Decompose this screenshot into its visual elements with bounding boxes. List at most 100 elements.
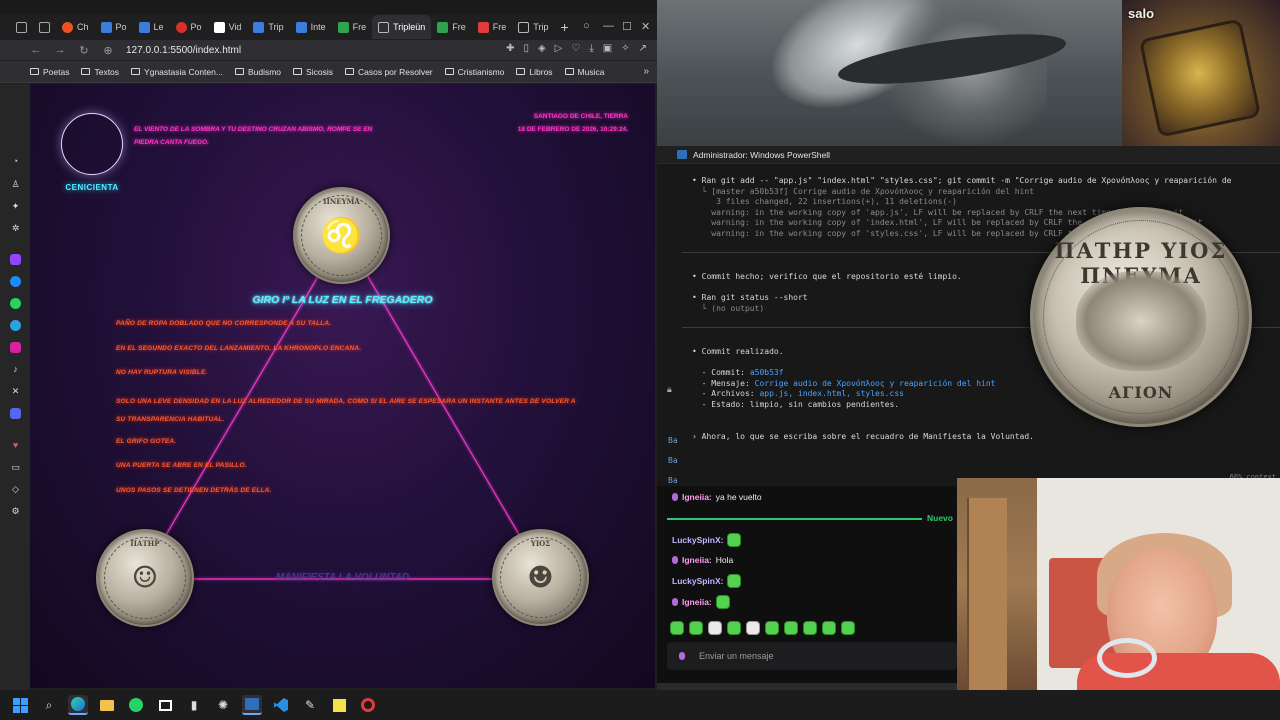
tools-icon[interactable]: ♙: [10, 179, 21, 190]
tab-10[interactable]: Fre: [431, 15, 472, 39]
chat-username[interactable]: Igneiia:: [682, 492, 712, 502]
forward-icon[interactable]: →: [54, 44, 66, 56]
bookmark-folder[interactable]: Budismo: [234, 67, 281, 77]
messenger-icon[interactable]: [10, 276, 21, 287]
tab-5[interactable]: Vid: [208, 15, 248, 39]
settings-icon[interactable]: ⚙: [10, 506, 21, 517]
chat-message: LuckySpinX:: [672, 574, 742, 588]
discord-icon[interactable]: [10, 408, 21, 419]
webcam-feed: [957, 478, 1280, 690]
heart-icon[interactable]: ♥: [10, 440, 21, 451]
new-tab-button[interactable]: +: [554, 19, 574, 35]
bookmark-folder[interactable]: Casos por Resolver: [344, 67, 433, 77]
favorite-icon[interactable]: ♡: [571, 43, 580, 54]
coin-spirit[interactable]: ΠΝΕΥΜΑ ♌: [293, 187, 390, 284]
twitch-icon[interactable]: [10, 254, 21, 265]
instagram-icon[interactable]: [10, 342, 21, 353]
file-explorer-icon[interactable]: [97, 695, 117, 715]
bookmark-folder[interactable]: Poetas: [30, 67, 69, 77]
opera-icon[interactable]: [358, 695, 378, 715]
wallet-icon[interactable]: ▭: [10, 462, 21, 473]
download-icon[interactable]: ⤓: [589, 43, 593, 54]
bookmark-folder[interactable]: Ygnastasia Conten...: [131, 67, 223, 77]
mic-icon[interactable]: [679, 652, 685, 660]
reload-icon[interactable]: ↻: [78, 44, 90, 57]
manifiesta-box[interactable]: MANIFIESTA LA VOLUNTAD: [230, 572, 455, 583]
paint-icon[interactable]: ✎: [300, 695, 320, 715]
reader-icon[interactable]: ▯: [523, 43, 529, 54]
terminal-line: - Mensaje: Corrige audio de Χρονόπλοος y…: [692, 379, 996, 390]
telegram-icon[interactable]: [10, 320, 21, 331]
window-icon[interactable]: [155, 695, 175, 715]
edge-icon[interactable]: [68, 695, 88, 715]
sticky-notes-icon[interactable]: [329, 695, 349, 715]
tab-1[interactable]: Ch: [56, 15, 95, 39]
emote-icon[interactable]: [784, 621, 798, 635]
ai-icon[interactable]: ✧: [621, 43, 629, 54]
bookmark-folder[interactable]: Libros: [516, 67, 553, 77]
whatsapp-icon[interactable]: [126, 695, 146, 715]
tab-favicon-icon: [518, 21, 530, 33]
prompt-text[interactable]: Ahora, lo que se escriba sobre el recuad…: [702, 432, 1034, 441]
extension-icon[interactable]: ✚: [506, 43, 514, 54]
shield-icon[interactable]: ◈: [538, 43, 546, 54]
start-button[interactable]: [10, 695, 30, 715]
chatgpt-icon[interactable]: ✺: [213, 695, 233, 715]
chat-username[interactable]: Igneiia:: [682, 555, 712, 565]
expand-icon[interactable]: ↗: [639, 43, 647, 54]
coin-father[interactable]: ΠΑΤΗΡ ☺: [96, 529, 194, 627]
avatar[interactable]: [61, 113, 123, 175]
emote-icon[interactable]: [822, 621, 836, 635]
tab-12[interactable]: Trip: [512, 15, 554, 39]
usb-icon[interactable]: ▮: [184, 695, 204, 715]
emote-icon[interactable]: [689, 621, 703, 635]
close-icon[interactable]: ✕: [641, 20, 650, 33]
maximize-icon[interactable]: ☐: [622, 20, 632, 33]
shield-icon[interactable]: ◇: [10, 484, 21, 495]
tab-7[interactable]: Inte: [290, 15, 332, 39]
emote-icon[interactable]: [670, 621, 684, 635]
emote-icon[interactable]: [803, 621, 817, 635]
play-icon[interactable]: ▷: [555, 43, 563, 54]
site-info-icon[interactable]: ⊕: [102, 44, 114, 57]
chat-username[interactable]: LuckySpinX:: [672, 535, 723, 545]
emote-icon[interactable]: [746, 621, 760, 635]
tab-11[interactable]: Fre: [472, 15, 513, 39]
chat-username[interactable]: LuckySpinX:: [672, 576, 723, 586]
bookmark-folder[interactable]: Musica: [564, 67, 604, 77]
tab-8[interactable]: Fre: [332, 15, 373, 39]
tab-sidebar-toggle[interactable]: [10, 15, 33, 39]
tab-active[interactable]: Tripleün: [372, 15, 432, 39]
bookmark-folder[interactable]: Sicosis: [293, 67, 333, 77]
search-tabs-icon[interactable]: ○: [583, 20, 590, 32]
tab-vertical[interactable]: [33, 15, 56, 39]
powershell-icon[interactable]: [242, 695, 262, 715]
spark-icon[interactable]: ✦: [10, 201, 21, 212]
bookmarks-more-icon[interactable]: »: [643, 66, 649, 77]
emote-icon[interactable]: [841, 621, 855, 635]
coin-son[interactable]: ΥΙΟΣ ☻: [492, 529, 589, 626]
emote-icon[interactable]: [727, 621, 741, 635]
tab-3[interactable]: Le: [133, 15, 170, 39]
tab-2[interactable]: Po: [95, 15, 133, 39]
url-field[interactable]: 127.0.0.1:5500/index.html: [126, 45, 241, 56]
back-icon[interactable]: ←: [30, 44, 42, 56]
emote-icon[interactable]: [708, 621, 722, 635]
whatsapp-icon[interactable]: [10, 298, 21, 309]
vscode-icon[interactable]: [271, 695, 291, 715]
search-icon[interactable]: ⌕: [39, 695, 59, 715]
tab-6[interactable]: Trip: [247, 15, 289, 39]
bookmark-folder[interactable]: Cristianismo: [444, 67, 504, 77]
chat-input[interactable]: Enviar un mensaje: [667, 642, 957, 670]
prompt-line[interactable]: › Ahora, lo que se escriba sobre el recu…: [692, 432, 1034, 443]
tiktok-icon[interactable]: ♪: [10, 364, 21, 375]
games-icon[interactable]: ✲: [10, 223, 21, 234]
bookmark-folder[interactable]: Textos: [81, 67, 119, 77]
collections-icon[interactable]: ▣: [603, 43, 612, 54]
chat-username[interactable]: Igneiia:: [682, 597, 712, 607]
tab-4[interactable]: Po: [170, 15, 208, 39]
emote-icon[interactable]: [765, 621, 779, 635]
x-icon[interactable]: ✕: [10, 386, 21, 397]
minimize-icon[interactable]: —: [603, 20, 614, 32]
history-icon[interactable]: ◔: [10, 156, 21, 167]
